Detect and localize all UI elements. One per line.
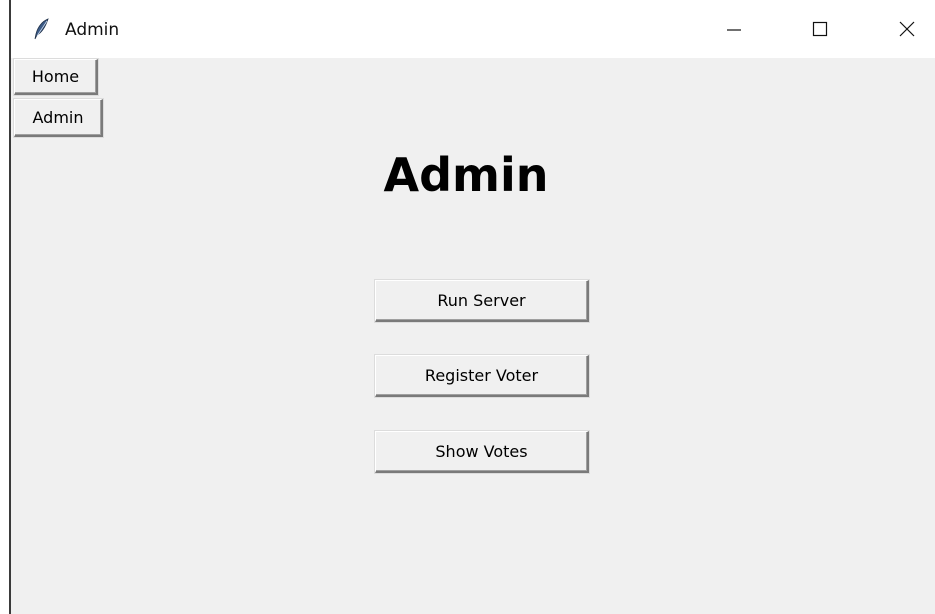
client-area: Home Admin Admin Run Server Register Vot… bbox=[11, 58, 935, 614]
app-window: Admin Home Admin Admin Run Server Regist… bbox=[0, 0, 935, 614]
minimize-icon bbox=[724, 19, 744, 43]
close-icon bbox=[897, 19, 917, 43]
page-title: Admin bbox=[383, 148, 549, 202]
run-server-button[interactable]: Run Server bbox=[375, 280, 589, 322]
register-voter-button[interactable]: Register Voter bbox=[375, 355, 589, 397]
title-bar[interactable]: Admin bbox=[11, 0, 935, 58]
minimize-button[interactable] bbox=[711, 10, 757, 52]
window-title: Admin bbox=[65, 20, 120, 40]
maximize-button[interactable] bbox=[797, 10, 843, 52]
admin-nav-button[interactable]: Admin bbox=[14, 99, 103, 137]
close-button[interactable] bbox=[884, 10, 930, 52]
maximize-icon bbox=[810, 19, 830, 43]
home-nav-button[interactable]: Home bbox=[14, 59, 98, 95]
feather-icon bbox=[33, 18, 51, 40]
show-votes-button[interactable]: Show Votes bbox=[375, 431, 589, 473]
